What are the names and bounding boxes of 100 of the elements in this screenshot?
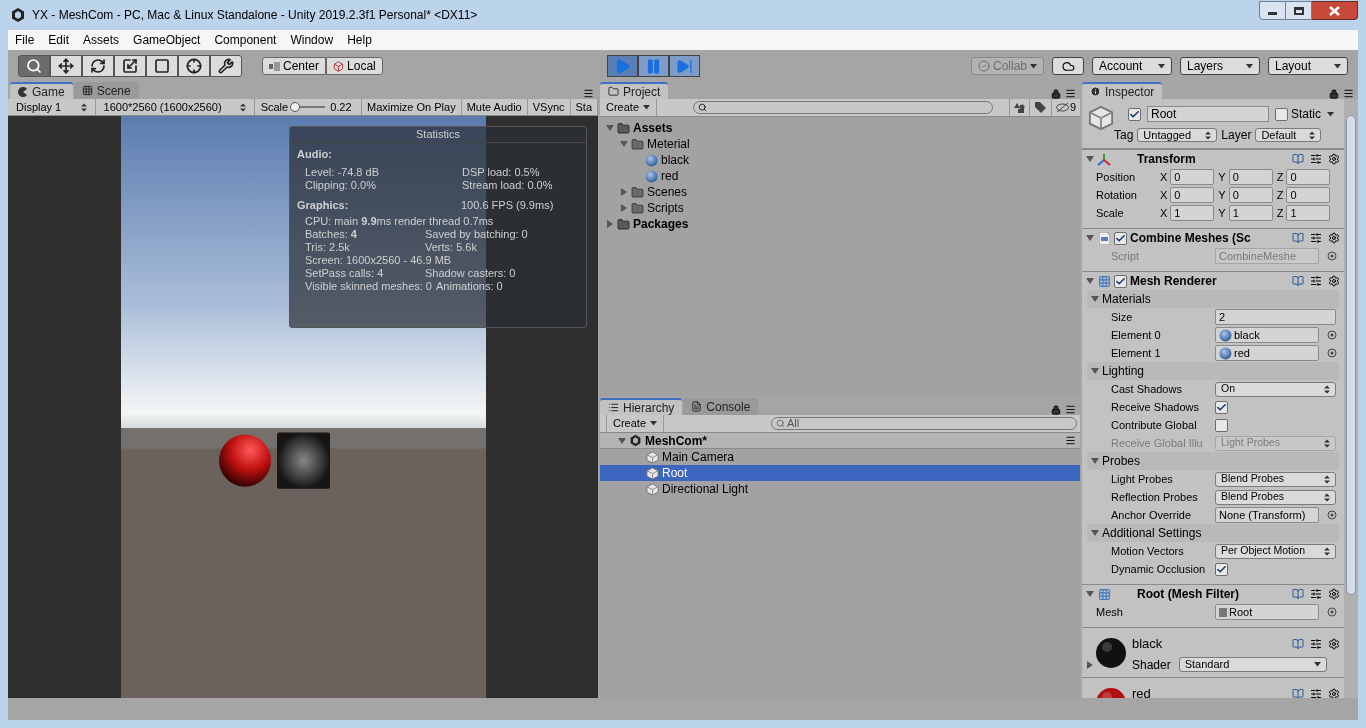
triangle-icon[interactable]: [1086, 234, 1094, 242]
settings-icon[interactable]: [1328, 153, 1340, 165]
toggle-button[interactable]: VSync: [527, 99, 571, 115]
enabled-checkbox[interactable]: [1114, 274, 1127, 288]
play-control-button[interactable]: [637, 55, 669, 77]
preset-icon[interactable]: [1310, 637, 1322, 650]
triangle-icon[interactable]: [618, 436, 626, 445]
component-title[interactable]: Transform: [1137, 150, 1196, 168]
menu-icon[interactable]: [1065, 435, 1076, 446]
tree-item[interactable]: Scenes: [647, 183, 688, 201]
lock-icon[interactable]: [1051, 88, 1061, 99]
object-picker-icon[interactable]: [1327, 251, 1337, 261]
section-title[interactable]: Materials: [1102, 290, 1151, 308]
triangle-icon[interactable]: [1091, 457, 1099, 465]
toggle-button[interactable]: Maximize On Play: [362, 99, 462, 115]
component-title[interactable]: Mesh Renderer: [1130, 272, 1217, 290]
shapes-icon[interactable]: [1013, 102, 1025, 113]
close-button[interactable]: [1312, 1, 1358, 20]
search-field[interactable]: [693, 101, 994, 114]
play-control-button[interactable]: [668, 55, 700, 77]
create-dropdown[interactable]: Create: [606, 415, 665, 432]
enabled-checkbox[interactable]: [1114, 231, 1127, 245]
value-field[interactable]: 2: [1215, 309, 1336, 325]
triangle-icon[interactable]: [620, 188, 628, 196]
menu-icon[interactable]: [1065, 404, 1076, 415]
slider-thumb[interactable]: [289, 102, 300, 112]
triangle-icon[interactable]: [606, 124, 614, 132]
active-checkbox[interactable]: [1128, 107, 1141, 121]
component-title[interactable]: Combine Meshes (Sc: [1130, 229, 1251, 247]
value-field[interactable]: 0: [1228, 169, 1273, 185]
pivot-button[interactable]: Local: [326, 57, 383, 75]
menu-item[interactable]: File: [8, 31, 42, 49]
dropdown[interactable]: Blend Probes: [1215, 489, 1336, 505]
help-book-icon[interactable]: [1292, 637, 1304, 650]
minimize-button[interactable]: [1259, 1, 1286, 20]
triangle-icon[interactable]: [1086, 661, 1094, 669]
scene-name[interactable]: MeshCom*: [645, 431, 707, 450]
section-title[interactable]: Probes: [1102, 452, 1141, 470]
help-book-icon[interactable]: [1292, 153, 1304, 165]
layer-dropdown[interactable]: Default: [1255, 128, 1322, 142]
tree-item[interactable]: Packages: [633, 215, 689, 233]
settings-icon[interactable]: [1328, 687, 1340, 698]
panel-tab[interactable]: Inspector: [1082, 82, 1163, 99]
menu-item[interactable]: Window: [283, 31, 341, 49]
object-picker-icon[interactable]: [1327, 510, 1337, 520]
menu-dropdown[interactable]: Layout: [1268, 57, 1348, 75]
menu-item[interactable]: Edit: [41, 31, 77, 49]
lock-icon[interactable]: [1051, 404, 1061, 415]
help-book-icon[interactable]: [1292, 687, 1304, 698]
cloud-button[interactable]: [1052, 57, 1084, 75]
preset-icon[interactable]: [1310, 275, 1322, 287]
lock-icon[interactable]: [1329, 88, 1339, 99]
preset-icon[interactable]: [1310, 588, 1322, 600]
scrollbar[interactable]: [1344, 99, 1358, 698]
maximize-button[interactable]: [1286, 1, 1312, 20]
toggle-button[interactable]: Sta: [570, 99, 598, 115]
tool-button[interactable]: [146, 55, 178, 77]
menu-item[interactable]: GameObject: [126, 31, 208, 49]
static-checkbox[interactable]: [1275, 107, 1288, 121]
value-field[interactable]: 1: [1286, 205, 1331, 221]
create-dropdown[interactable]: Create: [600, 99, 658, 116]
value-field[interactable]: 0: [1286, 187, 1331, 203]
panel-tab[interactable]: Project: [600, 82, 669, 99]
checkbox[interactable]: [1215, 562, 1228, 576]
tag-dropdown[interactable]: Untagged: [1137, 128, 1218, 142]
hierarchy-item[interactable]: Root: [600, 465, 1080, 481]
game-view-dropdown[interactable]: Display 1: [8, 99, 96, 115]
triangle-icon[interactable]: [1086, 277, 1094, 285]
menu-dropdown[interactable]: Account: [1092, 57, 1172, 75]
settings-icon[interactable]: [1328, 637, 1340, 650]
triangle-icon[interactable]: [606, 220, 614, 228]
component-title[interactable]: Root (Mesh Filter): [1137, 585, 1239, 603]
panel-tab[interactable]: Scene: [73, 82, 139, 99]
pivot-button[interactable]: Center: [262, 57, 327, 75]
checkbox[interactable]: [1215, 418, 1228, 432]
dropdown[interactable]: Blend Probes: [1215, 471, 1336, 487]
value-field[interactable]: 0: [1228, 187, 1273, 203]
preset-icon[interactable]: [1310, 153, 1322, 165]
hidden-eye-icon[interactable]: [1055, 103, 1069, 112]
help-book-icon[interactable]: [1292, 232, 1304, 244]
tree-item[interactable]: black: [661, 151, 689, 169]
tool-button[interactable]: [18, 55, 50, 77]
dropdown[interactable]: Per Object Motion: [1215, 543, 1336, 559]
menu-icon[interactable]: [1343, 88, 1354, 99]
menu-item[interactable]: Help: [340, 31, 379, 49]
value-field[interactable]: 1: [1170, 205, 1215, 221]
help-book-icon[interactable]: [1292, 588, 1304, 600]
tool-button[interactable]: [210, 55, 242, 77]
value-field[interactable]: 1: [1228, 205, 1273, 221]
preset-icon[interactable]: [1310, 232, 1322, 244]
hierarchy-item[interactable]: Directional Light: [600, 481, 1080, 497]
triangle-icon[interactable]: [1091, 295, 1099, 303]
tree-item[interactable]: Scripts: [647, 199, 684, 217]
preset-icon[interactable]: [1310, 687, 1322, 698]
triangle-icon[interactable]: [1086, 155, 1094, 163]
tool-button[interactable]: [114, 55, 146, 77]
tree-item[interactable]: red: [661, 167, 679, 185]
hierarchy-item[interactable]: Main Camera: [600, 449, 1080, 465]
object-picker-icon[interactable]: [1327, 607, 1337, 617]
value-field[interactable]: 0: [1170, 169, 1215, 185]
